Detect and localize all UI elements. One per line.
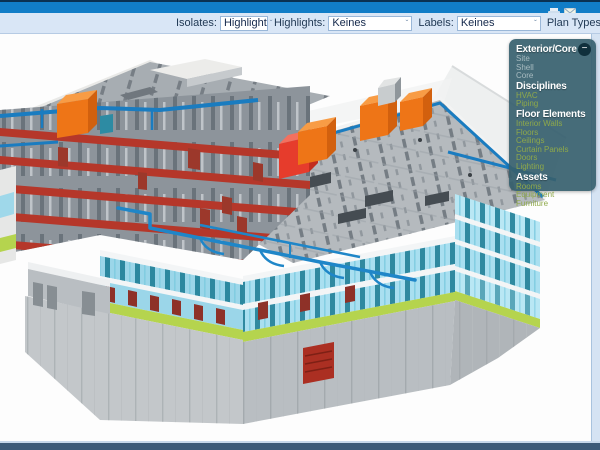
view-toolbar: Isolates: Highlightˇ Highlights: Keinesˇ… xyxy=(0,13,600,34)
labels-value: Keines xyxy=(461,17,495,29)
highlights-label: Highlights: xyxy=(274,17,325,29)
chevron-down-icon: ˇ xyxy=(534,19,537,28)
title-bar xyxy=(0,0,600,13)
titlebar-actions xyxy=(548,4,576,13)
plan-types-control: Plan Types: Keinesˇ xyxy=(547,16,600,31)
plan-types-label: Plan Types: xyxy=(547,17,600,29)
panel-item-furniture[interactable]: Furniture xyxy=(516,200,589,209)
category-panel: − Exterior/Core Site Shell Core Discipli… xyxy=(509,39,596,191)
isolates-value: Highlight xyxy=(224,17,267,29)
model-viewport[interactable] xyxy=(0,34,591,441)
mail-icon[interactable] xyxy=(564,4,576,13)
labels-dropdown[interactable]: Keines ˇ xyxy=(457,16,541,31)
print-icon[interactable] xyxy=(548,4,560,13)
isolates-control: Isolates: Highlightˇ xyxy=(176,16,268,31)
panel-item-core[interactable]: Core xyxy=(516,72,589,81)
labels-label: Labels: xyxy=(418,17,453,29)
panel-item-lighting[interactable]: Lighting xyxy=(516,163,589,172)
chevron-down-icon: ˇ xyxy=(406,19,409,28)
left-curtain-wall xyxy=(25,250,243,424)
isolates-label: Isolates: xyxy=(176,17,217,29)
bim-viewer-window: Isolates: Highlightˇ Highlights: Keinesˇ… xyxy=(0,0,600,450)
collapse-panel-button[interactable]: − xyxy=(578,43,591,56)
isolates-dropdown[interactable]: Highlightˇ xyxy=(220,16,268,31)
highlights-control: Highlights: Keines ˇ xyxy=(274,16,412,31)
bottom-bar xyxy=(0,441,600,450)
left-shell-edge xyxy=(0,166,16,264)
panel-item-piping[interactable]: Piping xyxy=(516,100,589,109)
highlights-dropdown[interactable]: Keines ˇ xyxy=(328,16,412,31)
labels-control: Labels: Keines ˇ xyxy=(418,16,540,31)
east-curtain-wall xyxy=(450,194,540,385)
chevron-down-icon: ˇ xyxy=(270,19,273,28)
building-model-3d xyxy=(0,34,591,441)
highlights-value: Keines xyxy=(332,17,366,29)
